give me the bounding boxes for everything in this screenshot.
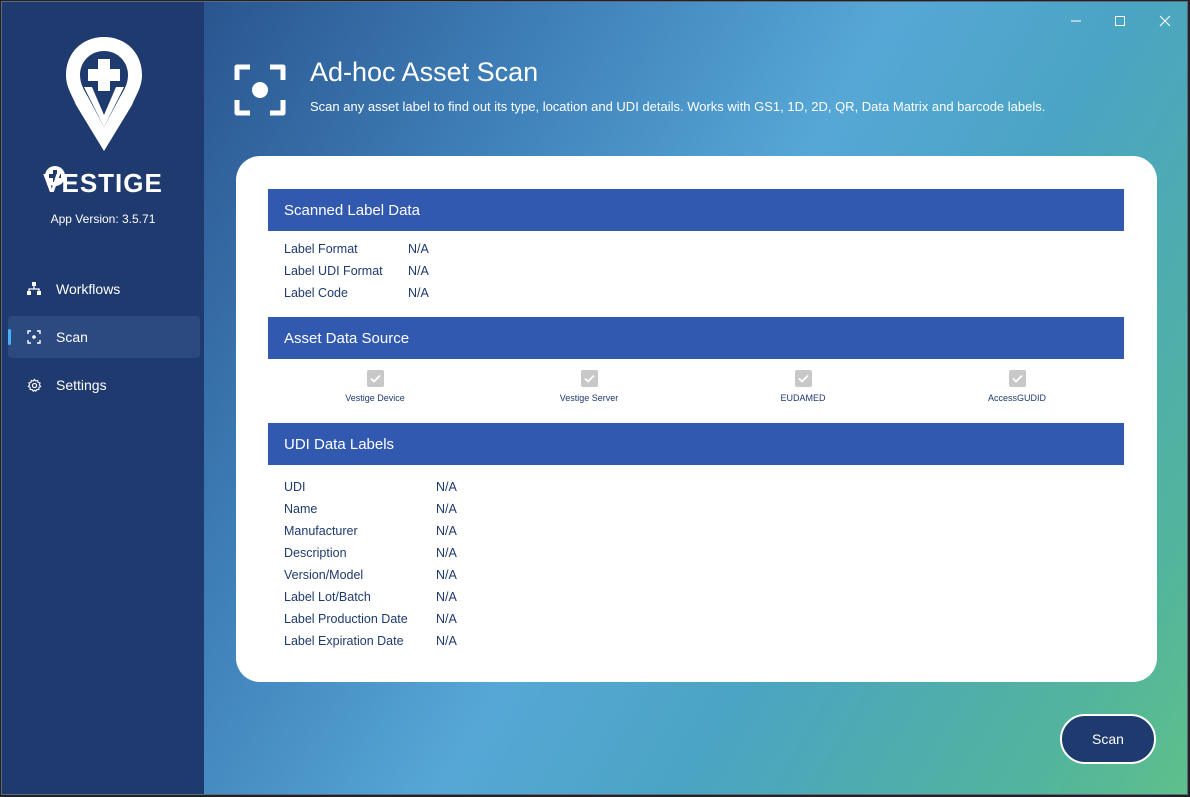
section-title: Scanned Label Data — [284, 201, 420, 219]
kv-value: N/A — [436, 480, 457, 494]
kv-key: Label Code — [284, 286, 348, 300]
sidebar-item-label: Workflows — [56, 281, 121, 297]
kv-key: Name — [284, 502, 318, 516]
kv-key: Manufacturer — [284, 524, 358, 538]
kv-row: Label Lot/Batch N/A — [284, 590, 457, 604]
kv-key: Label Expiration Date — [284, 634, 404, 648]
source-vestige-server[interactable]: Vestige Server — [529, 370, 649, 403]
kv-value: N/A — [436, 546, 457, 560]
kv-value: N/A — [436, 612, 457, 626]
source-label: Vestige Server — [559, 393, 619, 403]
kv-key: UDI — [284, 480, 306, 494]
main-content: Ad-hoc Asset Scan Scan any asset label t… — [204, 2, 1187, 794]
minimize-button[interactable] — [1056, 8, 1096, 34]
maximize-button[interactable] — [1100, 8, 1140, 34]
maximize-icon — [1115, 16, 1125, 26]
kv-row: UDI N/A — [284, 480, 457, 494]
kv-key: Description — [284, 546, 347, 560]
sidebar-item-workflows[interactable]: Workflows — [8, 268, 200, 310]
checkbox[interactable] — [580, 370, 598, 387]
kv-row: Label UDI Format N/A — [284, 264, 429, 278]
kv-row: Name N/A — [284, 502, 457, 516]
close-button[interactable] — [1145, 8, 1185, 34]
sidebar-item-label: Settings — [56, 377, 107, 393]
check-icon — [1011, 374, 1023, 383]
check-icon — [583, 374, 595, 383]
kv-value: N/A — [436, 502, 457, 516]
section-title: UDI Data Labels — [284, 435, 395, 453]
gear-icon — [26, 377, 42, 393]
close-icon — [1159, 15, 1171, 27]
app-window: VESTIGE App Version: 3.5.71 Workflows Sc… — [1, 1, 1188, 795]
checkbox[interactable] — [366, 370, 384, 387]
kv-key: Label Lot/Batch — [284, 590, 371, 604]
kv-key: Version/Model — [284, 568, 364, 582]
sidebar-item-label: Scan — [56, 329, 88, 345]
kv-value: N/A — [436, 524, 457, 538]
source-accessgudid[interactable]: AccessGUDID — [957, 370, 1077, 403]
section-scanned-label-data: Scanned Label Data — [268, 189, 1124, 231]
kv-value: N/A — [408, 242, 429, 256]
source-label: Vestige Device — [345, 393, 405, 403]
source-eudamed[interactable]: EUDAMED — [743, 370, 863, 403]
kv-value: N/A — [408, 286, 429, 300]
kv-value: N/A — [436, 568, 457, 582]
checkbox[interactable] — [794, 370, 812, 387]
minimize-icon — [1071, 20, 1081, 22]
source-label: AccessGUDID — [987, 393, 1046, 403]
kv-value: N/A — [436, 590, 457, 604]
kv-row: Label Production Date N/A — [284, 612, 457, 626]
kv-row: Version/Model N/A — [284, 568, 457, 582]
brand-name: VESTIGE — [43, 168, 163, 198]
kv-row: Manufacturer N/A — [284, 524, 457, 538]
page-subtitle: Scan any asset label to find out its typ… — [310, 99, 1046, 114]
scan-results-card: Scanned Label Data Label Format N/A Labe… — [236, 156, 1157, 682]
sidebar-item-settings[interactable]: Settings — [8, 364, 200, 406]
source-label: EUDAMED — [780, 393, 826, 403]
section-asset-data-source: Asset Data Source — [268, 317, 1124, 359]
source-vestige-device[interactable]: Vestige Device — [315, 370, 435, 403]
check-icon — [797, 374, 809, 383]
kv-key: Label UDI Format — [284, 264, 383, 278]
kv-row: Label Code N/A — [284, 286, 429, 300]
kv-row: Label Expiration Date N/A — [284, 634, 457, 648]
vestige-logo-icon — [66, 37, 142, 151]
kv-value: N/A — [436, 634, 457, 648]
kv-key: Label Production Date — [284, 612, 408, 626]
scan-page-icon — [234, 64, 286, 116]
kv-row: Label Format N/A — [284, 242, 429, 256]
kv-key: Label Format — [284, 242, 358, 256]
checkbox[interactable] — [1008, 370, 1026, 387]
kv-row: Description N/A — [284, 546, 457, 560]
sidebar: VESTIGE App Version: 3.5.71 Workflows Sc… — [2, 2, 204, 794]
section-udi-data-labels: UDI Data Labels — [268, 423, 1124, 465]
page-title: Ad-hoc Asset Scan — [310, 57, 539, 87]
scan-icon — [26, 329, 42, 345]
section-title: Asset Data Source — [284, 329, 410, 347]
kv-value: N/A — [408, 264, 429, 278]
app-version: App Version: 3.5.71 — [50, 212, 156, 226]
sidebar-item-scan[interactable]: Scan — [8, 316, 200, 358]
scan-button[interactable]: Scan — [1060, 714, 1156, 764]
check-icon — [369, 374, 381, 383]
workflow-icon — [26, 281, 42, 297]
